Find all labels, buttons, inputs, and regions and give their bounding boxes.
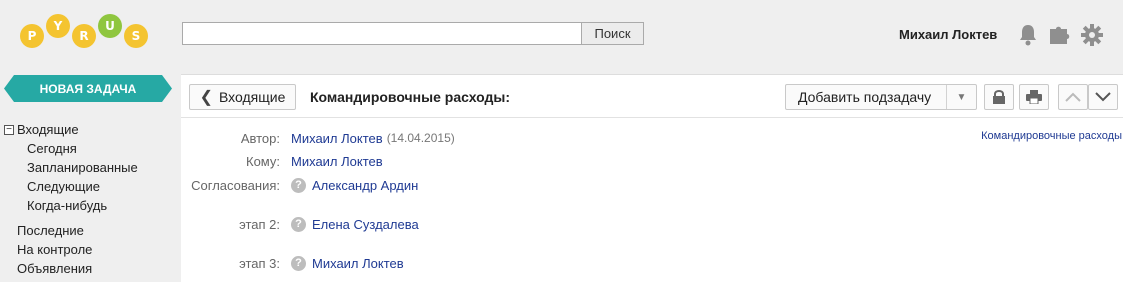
chevron-down-icon	[1095, 92, 1111, 102]
approver-link[interactable]: Михаил Локтев	[312, 256, 404, 271]
logo-letter: U	[98, 14, 122, 38]
approver-link[interactable]: Елена Суздалева	[312, 217, 419, 232]
lock-icon	[993, 90, 1005, 104]
search-bar: Поиск	[182, 22, 644, 45]
lock-button[interactable]	[984, 84, 1014, 110]
sidebar-item-someday[interactable]: Когда-нибудь	[0, 196, 175, 215]
next-task-button[interactable]	[1088, 84, 1118, 110]
user-name[interactable]: Михаил Локтев	[899, 27, 997, 42]
search-input[interactable]	[182, 22, 582, 45]
back-button[interactable]: ❮ Входящие	[189, 84, 296, 110]
question-icon: ?	[291, 255, 306, 271]
author-link[interactable]: Михаил Локтев	[291, 131, 383, 146]
chevron-left-icon: ❮	[199, 89, 213, 106]
task-toolbar: ❮ Входящие Командировочные расходы: Доба…	[181, 75, 1123, 118]
stage-label: этап 2:	[239, 216, 280, 232]
printer-icon	[1026, 90, 1042, 104]
collapse-icon[interactable]: −	[4, 124, 14, 135]
back-button-label: Входящие	[219, 89, 286, 105]
logo-letter: S	[124, 24, 148, 48]
add-subtask-button[interactable]: Добавить подзадачу ▼	[785, 84, 977, 110]
new-task-label: НОВАЯ ЗАДАЧА	[4, 75, 172, 102]
chevron-down-icon[interactable]: ▼	[946, 85, 976, 109]
logo-letter: R	[72, 24, 96, 48]
bell-icon[interactable]	[1016, 22, 1040, 48]
new-task-button[interactable]: НОВАЯ ЗАДАЧА	[4, 75, 172, 102]
to-label: Кому:	[246, 153, 280, 169]
task-panel: ❮ Входящие Командировочные расходы: Доба…	[181, 74, 1123, 282]
to-row: Кому: Михаил Локтев	[181, 151, 383, 171]
task-title: Командировочные расходы:	[310, 89, 511, 105]
sidebar-item-inbox[interactable]: − Входящие	[0, 120, 175, 139]
print-button[interactable]	[1019, 84, 1049, 110]
sidebar-item-next[interactable]: Следующие	[0, 177, 175, 196]
form-link[interactable]: Командировочные расходы	[981, 130, 1122, 142]
to-link[interactable]: Михаил Локтев	[291, 154, 383, 169]
author-label: Автор:	[240, 130, 280, 146]
search-button[interactable]: Поиск	[582, 22, 644, 45]
approvals-label: Согласования:	[191, 177, 280, 193]
approver-link[interactable]: Александр Ардин	[312, 178, 418, 193]
author-date: (14.04.2015)	[386, 131, 455, 145]
approval-row: Согласования: ? Александр Ардин	[181, 175, 418, 195]
add-subtask-label: Добавить подзадачу	[798, 89, 932, 105]
sidebar-item-scheduled[interactable]: Запланированные	[0, 158, 175, 177]
question-icon: ?	[291, 216, 306, 232]
question-icon: ?	[291, 177, 306, 193]
author-row: Автор: Михаил Локтев (14.04.2015)	[181, 128, 455, 148]
logo-letter: Y	[46, 14, 70, 38]
puzzle-icon[interactable]	[1048, 22, 1072, 48]
sidebar-item-watching[interactable]: На контроле	[0, 240, 175, 259]
chevron-up-icon	[1065, 92, 1081, 102]
gear-icon[interactable]	[1080, 22, 1104, 48]
approval-row: этап 3: ? Михаил Локтев	[181, 253, 404, 273]
logo-letter: P	[20, 24, 44, 48]
stage-label: этап 3:	[239, 255, 280, 271]
pyrus-logo[interactable]: P Y R U S	[20, 14, 160, 54]
sidebar-nav: − Входящие Сегодня Запланированные Следу…	[0, 120, 175, 278]
previous-task-button[interactable]	[1058, 84, 1088, 110]
sidebar-item-label: Входящие	[17, 122, 79, 137]
approval-row: этап 2: ? Елена Суздалева	[181, 214, 419, 234]
sidebar-item-announcements[interactable]: Объявления	[0, 259, 175, 278]
sidebar-item-today[interactable]: Сегодня	[0, 139, 175, 158]
sidebar-item-recent[interactable]: Последние	[0, 221, 175, 240]
